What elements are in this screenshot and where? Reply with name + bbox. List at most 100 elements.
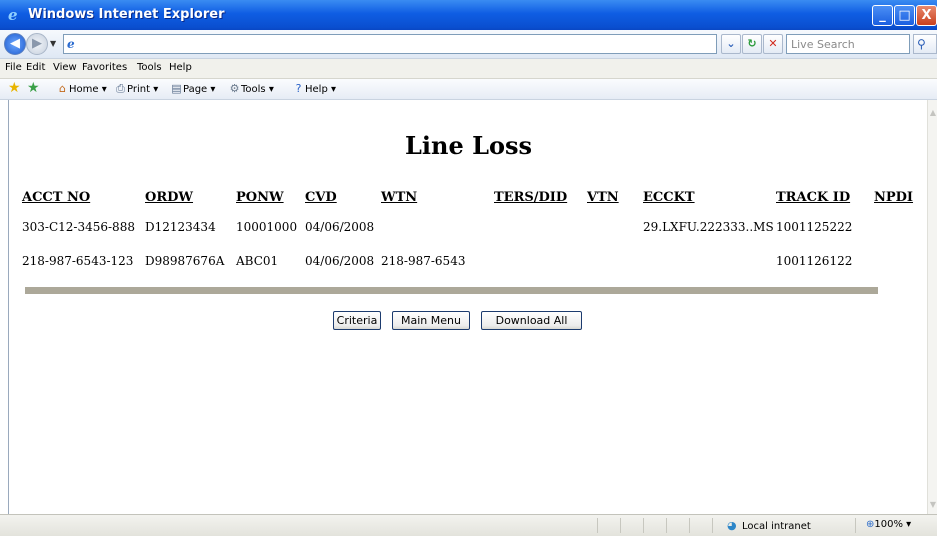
close-window-button[interactable]: X bbox=[916, 5, 937, 26]
home-icon: ⌂ bbox=[59, 82, 66, 95]
cell-cvd: 04/06/2008 bbox=[305, 220, 375, 234]
recent-pages-dropdown-icon[interactable]: ▼ bbox=[50, 39, 56, 48]
address-dropdown-button[interactable]: ⌄ bbox=[721, 34, 741, 54]
close-icon: X bbox=[921, 8, 932, 23]
status-divider bbox=[712, 518, 713, 533]
refresh-icon: ↻ bbox=[747, 37, 757, 50]
cell-wtn bbox=[381, 210, 494, 244]
scroll-down-icon[interactable]: ▼ bbox=[928, 500, 937, 509]
divider-bar bbox=[25, 287, 878, 294]
cell-ponw: ABC01 bbox=[236, 254, 279, 268]
globe-icon: ◕ bbox=[727, 519, 737, 532]
cell-vtn bbox=[587, 244, 643, 278]
page-menu-icon: ▤ bbox=[171, 82, 182, 95]
minimize-icon: _ bbox=[879, 8, 886, 23]
cell-acct-no: 218-987-6543-123 bbox=[22, 254, 134, 268]
search-button[interactable]: ⚲ bbox=[913, 34, 937, 54]
search-input[interactable]: Live Search bbox=[786, 34, 910, 54]
cell-ordw: D98987676A bbox=[145, 254, 225, 268]
status-divider bbox=[689, 518, 690, 533]
status-divider bbox=[597, 518, 598, 533]
minimize-button[interactable]: _ bbox=[872, 5, 893, 26]
column-header-ecckt[interactable]: ECCKT bbox=[643, 184, 776, 210]
menu-tools[interactable]: Tools bbox=[137, 62, 162, 73]
status-bar: ◕ Local intranet ⊕100% ▾ bbox=[0, 514, 937, 536]
cell-npdi bbox=[874, 244, 914, 278]
column-header-npdi[interactable]: NPDI bbox=[874, 184, 914, 210]
window-title: Windows Internet Explorer bbox=[28, 7, 225, 22]
cell-wtn: 218-987-6543 bbox=[381, 254, 466, 268]
page-icon: e bbox=[67, 37, 75, 51]
cell-ters-did bbox=[494, 244, 587, 278]
favorites-star-icon[interactable]: ★ bbox=[8, 80, 21, 96]
menu-help[interactable]: Help bbox=[169, 62, 192, 73]
column-header-ordw[interactable]: ORDW bbox=[145, 184, 236, 210]
security-zone[interactable]: ◕ Local intranet bbox=[727, 519, 811, 532]
cell-npdi bbox=[874, 210, 914, 244]
page-content: Line Loss ACCT NO ORDW PONW CVD WTN TERS… bbox=[8, 100, 928, 514]
column-header-vtn[interactable]: VTN bbox=[587, 184, 643, 210]
menu-bar: File Edit View Favorites Tools Help bbox=[0, 59, 937, 79]
status-divider bbox=[666, 518, 667, 533]
cell-ponw: 10001000 bbox=[236, 220, 298, 234]
download-all-button[interactable]: Download All bbox=[481, 311, 582, 330]
criteria-button[interactable]: Criteria bbox=[333, 311, 381, 330]
back-arrow-icon: ◀ bbox=[10, 36, 20, 51]
forward-arrow-icon: ▶ bbox=[32, 36, 42, 51]
status-divider bbox=[643, 518, 644, 533]
page-button[interactable]: ▤Page ▾ bbox=[170, 82, 215, 95]
print-button[interactable]: ⎙ Print ▾ bbox=[114, 82, 158, 96]
column-header-ters-did[interactable]: TERS/DID bbox=[494, 184, 587, 210]
menu-view[interactable]: View bbox=[53, 62, 77, 73]
home-button[interactable]: ⌂ Home ▾ bbox=[56, 82, 107, 95]
zoom-level: 100% bbox=[874, 519, 903, 530]
column-header-wtn[interactable]: WTN bbox=[381, 184, 494, 210]
help-icon: ? bbox=[295, 82, 302, 95]
refresh-button[interactable]: ↻ bbox=[742, 34, 762, 54]
cell-ters-did bbox=[494, 210, 587, 244]
table-row: 218-987-6543-123 D98987676A ABC01 04/06/… bbox=[22, 244, 914, 278]
scroll-up-icon[interactable]: ▲ bbox=[928, 108, 937, 117]
security-zone-label: Local intranet bbox=[742, 521, 811, 532]
maximize-icon: □ bbox=[898, 8, 911, 23]
address-toolbar: ◀ ▶ ▼ e ⌄ ↻ ✕ Live Search ⚲ bbox=[0, 30, 937, 59]
maximize-button[interactable]: □ bbox=[894, 5, 915, 26]
menu-edit[interactable]: Edit bbox=[26, 62, 45, 73]
main-menu-button[interactable]: Main Menu bbox=[392, 311, 470, 330]
cell-vtn bbox=[587, 210, 643, 244]
window-title-bar: e Windows Internet Explorer _ □ X bbox=[0, 0, 937, 30]
column-header-ponw[interactable]: PONW bbox=[236, 184, 305, 210]
stop-button[interactable]: ✕ bbox=[763, 34, 783, 54]
stop-icon: ✕ bbox=[768, 37, 778, 50]
cell-track-id: 1001125222 bbox=[776, 220, 853, 234]
menu-file[interactable]: File bbox=[5, 62, 22, 73]
line-loss-table: ACCT NO ORDW PONW CVD WTN TERS/DID VTN E… bbox=[22, 184, 914, 278]
table-header-row: ACCT NO ORDW PONW CVD WTN TERS/DID VTN E… bbox=[22, 184, 914, 210]
gear-icon: ⚙ bbox=[229, 82, 240, 95]
column-header-acct-no[interactable]: ACCT NO bbox=[22, 184, 145, 210]
cell-ecckt bbox=[643, 244, 776, 278]
chevron-down-icon: ⌄ bbox=[726, 37, 736, 50]
vertical-scrollbar[interactable]: ▲ ▼ bbox=[927, 100, 937, 514]
add-favorites-icon[interactable]: ★ bbox=[27, 80, 40, 96]
cell-acct-no: 303-C12-3456-888 bbox=[22, 220, 135, 234]
page-title: Line Loss bbox=[405, 131, 532, 160]
back-button[interactable]: ◀ bbox=[4, 33, 26, 55]
address-input[interactable]: e bbox=[63, 34, 717, 54]
column-header-track-id[interactable]: TRACK ID bbox=[776, 184, 874, 210]
search-icon: ⚲ bbox=[917, 37, 926, 51]
cell-track-id: 1001126122 bbox=[776, 254, 853, 268]
column-header-cvd[interactable]: CVD bbox=[305, 184, 381, 210]
status-divider bbox=[855, 518, 856, 533]
table-row: 303-C12-3456-888 D12123434 10001000 04/0… bbox=[22, 210, 914, 244]
help-button[interactable]: ? Help ▾ bbox=[292, 82, 336, 95]
zoom-control[interactable]: ⊕100% ▾ bbox=[866, 519, 911, 530]
status-divider bbox=[620, 518, 621, 533]
cell-cvd: 04/06/2008 bbox=[305, 254, 375, 268]
tools-button[interactable]: ⚙ Tools ▾ bbox=[228, 82, 274, 95]
cell-ordw: D12123434 bbox=[145, 220, 216, 234]
ie-logo-icon: e bbox=[8, 6, 18, 24]
menu-favorites[interactable]: Favorites bbox=[82, 62, 127, 73]
forward-button[interactable]: ▶ bbox=[26, 33, 48, 55]
command-bar: ★ ★ ⌂ Home ▾ ⎙ Print ▾ ▤Page ▾ ⚙ Tools ▾ ? H… bbox=[0, 79, 937, 100]
